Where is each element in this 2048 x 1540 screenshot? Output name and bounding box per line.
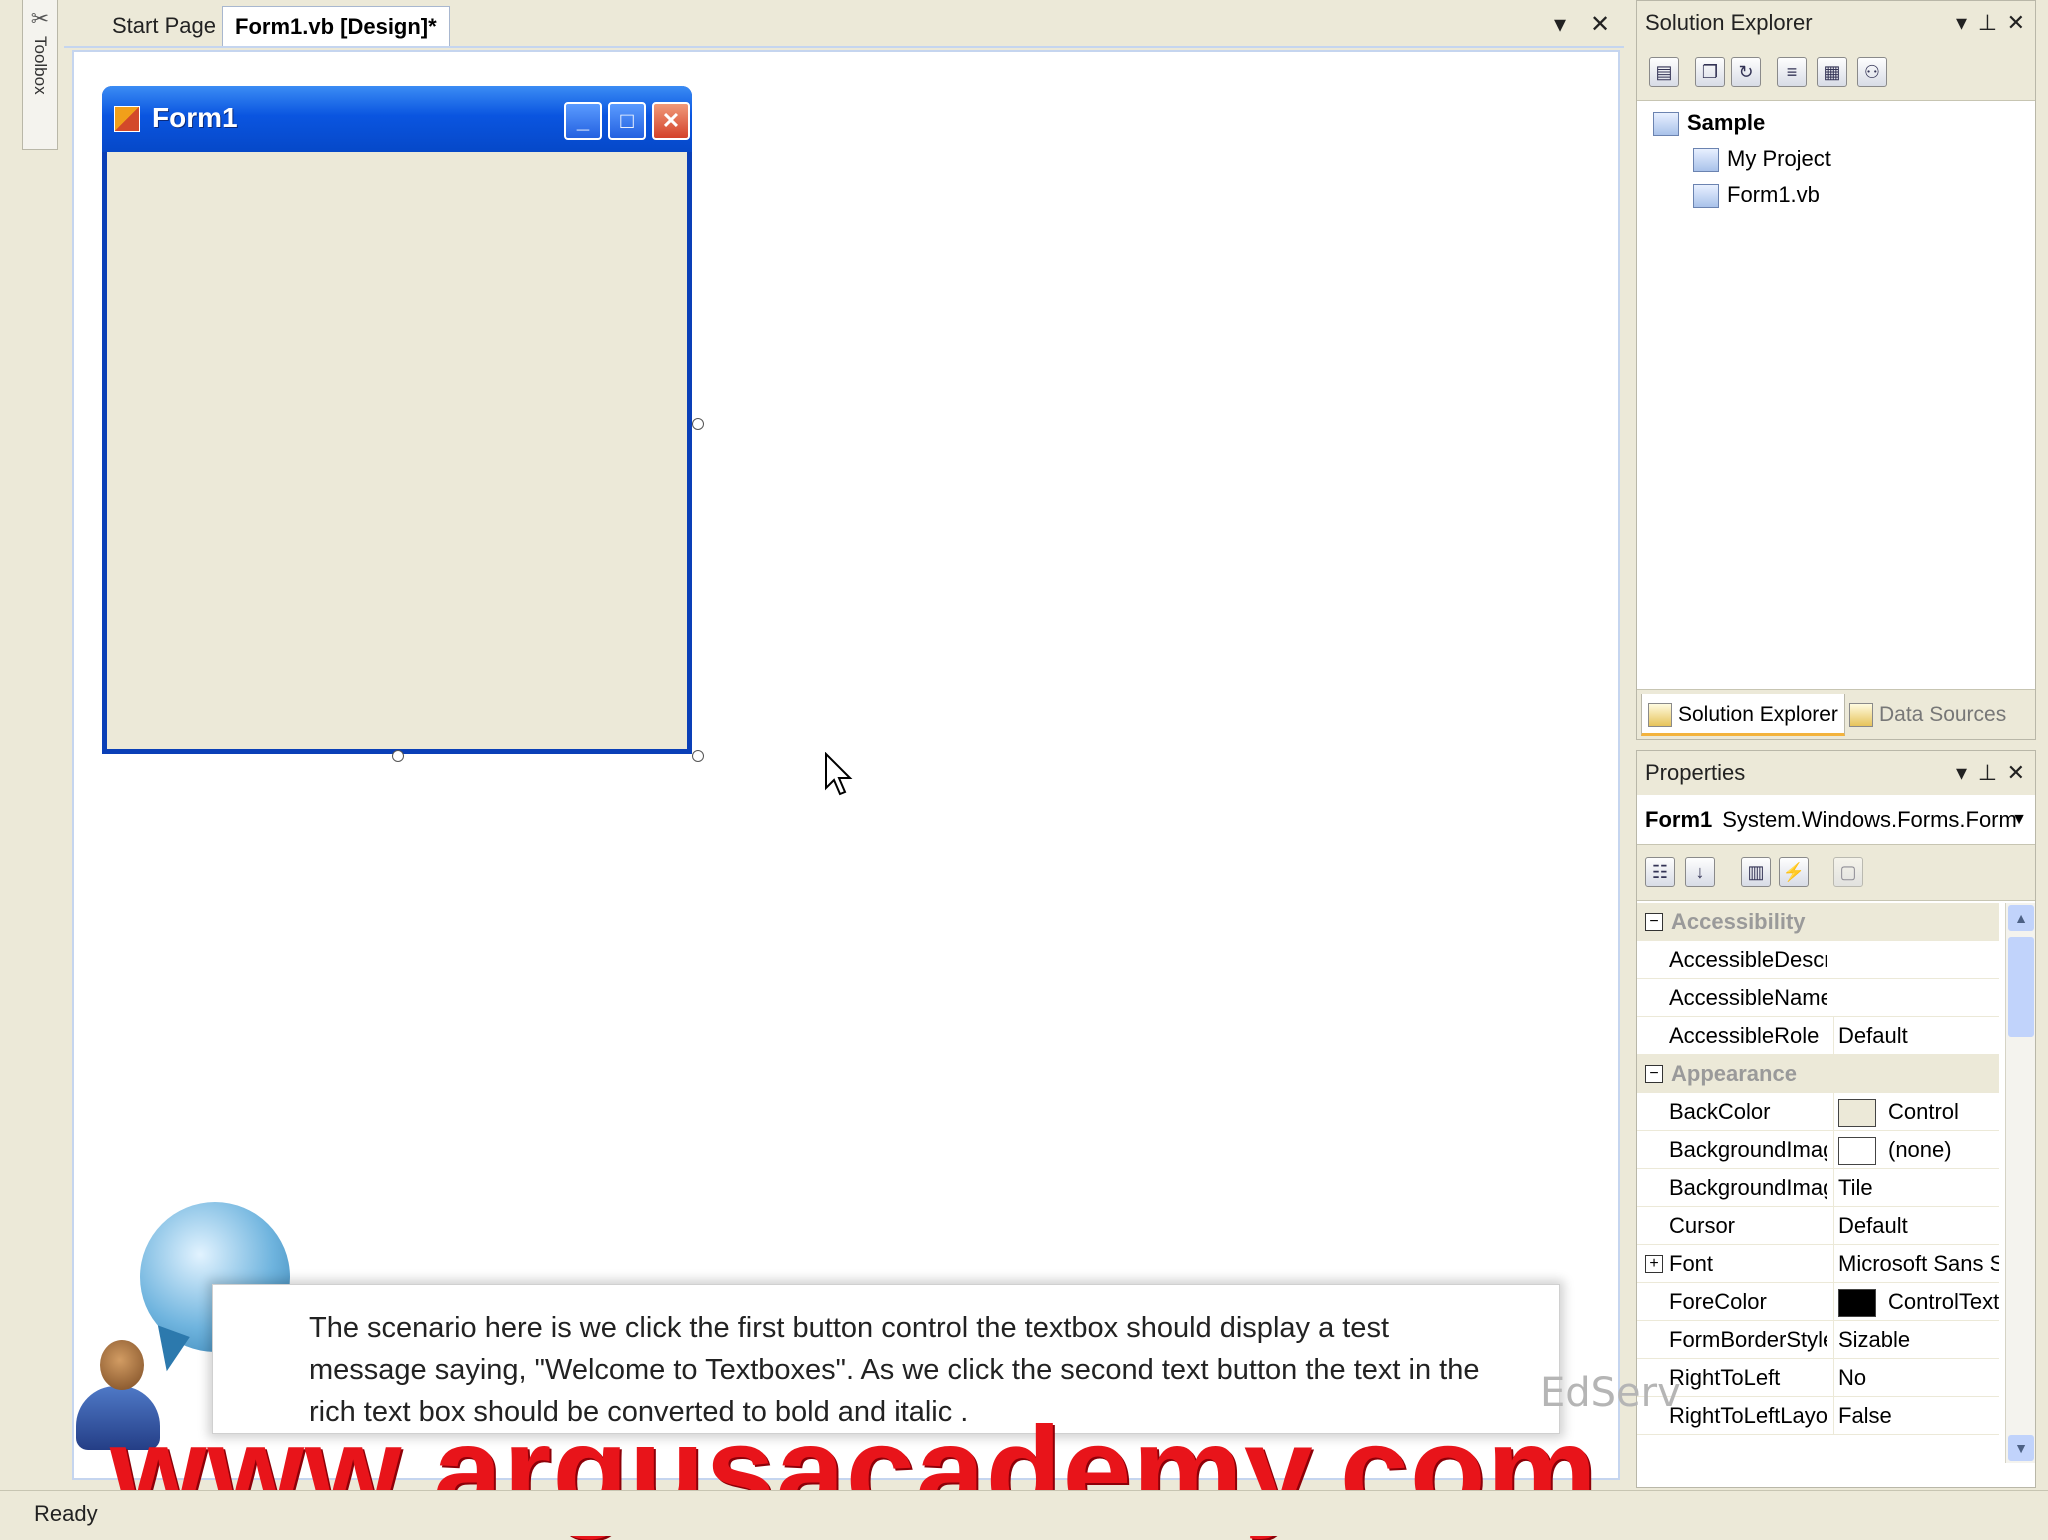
property-row[interactable]: ForeColor ControlText <box>1637 1283 1999 1321</box>
toolbox-label: Toolbox <box>31 36 50 95</box>
status-text: Ready <box>34 1501 98 1526</box>
pin-icon[interactable]: ⊥ <box>1978 1 1997 45</box>
categorized-icon[interactable]: ☷ <box>1645 857 1675 887</box>
project-icon <box>1653 112 1679 137</box>
status-bar: Ready <box>0 1490 2048 1536</box>
properties-icon[interactable]: ▤ <box>1649 57 1679 87</box>
resize-handle-bottom[interactable] <box>392 750 404 762</box>
events-icon[interactable]: ⚡ <box>1779 857 1809 887</box>
scroll-thumb[interactable] <box>2008 937 2034 1037</box>
solution-explorer-title: Solution Explorer <box>1645 10 1813 35</box>
toolbox-tab[interactable]: ✂ Toolbox <box>22 0 58 150</box>
chevron-down-icon[interactable]: ▾ <box>1554 10 1566 39</box>
chevron-down-icon[interactable]: ▾ <box>1956 751 1967 795</box>
form-file-icon <box>1693 184 1719 209</box>
minimize-button[interactable]: _ <box>564 102 602 140</box>
image-swatch <box>1838 1137 1876 1166</box>
document-tab-strip: Start Page Form1.vb [Design]* ▾ ✕ <box>64 0 1624 48</box>
form1-titlebar[interactable]: Form1 _ □ ✕ <box>102 86 692 152</box>
color-swatch <box>1838 1099 1876 1128</box>
color-swatch <box>1838 1289 1876 1318</box>
collapse-icon[interactable]: − <box>1645 1065 1663 1083</box>
properties-header: Properties ▾ ⊥ ✕ <box>1637 751 2035 795</box>
category-appearance[interactable]: − Appearance <box>1637 1055 1999 1093</box>
view-code-icon[interactable]: ≡ <box>1777 57 1807 87</box>
collapse-icon[interactable]: − <box>1645 913 1663 931</box>
tree-node-form1-vb[interactable]: Form1.vb <box>1653 177 1831 213</box>
tab-start-page[interactable]: Start Page <box>100 6 228 46</box>
solution-tree: Sample My Project Form1.vb <box>1653 105 1831 213</box>
form1-client-area[interactable] <box>107 152 687 749</box>
property-grid: − Accessibility AccessibleDescription Ac… <box>1637 903 1999 1435</box>
property-row[interactable]: Cursor Default <box>1637 1207 1999 1245</box>
data-sources-icon <box>1849 703 1873 727</box>
close-icon[interactable]: ✕ <box>2007 751 2025 795</box>
property-row[interactable]: + Font Microsoft Sans Serif <box>1637 1245 1999 1283</box>
properties-toolbar: ☷ ↓ ▥ ⚡ ▢ <box>1637 845 2035 901</box>
property-row[interactable]: AccessibleName <box>1637 979 1999 1017</box>
properties-scrollbar[interactable]: ▲ ▼ <box>2005 903 2035 1463</box>
tree-node-sample[interactable]: Sample <box>1653 105 1831 141</box>
alphabetical-icon[interactable]: ↓ <box>1685 857 1715 887</box>
show-all-files-icon[interactable]: ❐ <box>1695 57 1725 87</box>
property-row[interactable]: FormBorderStyle Sizable <box>1637 1321 1999 1359</box>
close-icon[interactable]: ✕ <box>1590 10 1610 39</box>
refresh-icon[interactable]: ↻ <box>1731 57 1761 87</box>
maximize-button[interactable]: □ <box>608 102 646 140</box>
scroll-down-icon[interactable]: ▼ <box>2008 1435 2034 1461</box>
solution-explorer-icon <box>1648 703 1672 727</box>
solution-explorer-bottom-tabs: Solution Explorer Data Sources <box>1637 689 2035 739</box>
mouse-cursor-icon <box>825 752 853 796</box>
property-row[interactable]: BackgroundImageLayout Tile <box>1637 1169 1999 1207</box>
solution-explorer-toolbar: ▤ ❐ ↻ ≡ ▦ ⚇ <box>1637 45 2035 101</box>
property-row[interactable]: BackColor Control <box>1637 1093 1999 1131</box>
class-view-icon[interactable]: ⚇ <box>1857 57 1887 87</box>
property-row[interactable]: AccessibleDescription <box>1637 941 1999 979</box>
toolbox-icon: ✂ <box>30 6 50 31</box>
close-button[interactable]: ✕ <box>652 102 690 140</box>
property-row[interactable]: BackgroundImage (none) <box>1637 1131 1999 1169</box>
resize-handle-corner[interactable] <box>692 750 704 762</box>
properties-panel: Properties ▾ ⊥ ✕ Form1 System.Windows.For… <box>1636 750 2036 1488</box>
scroll-up-icon[interactable]: ▲ <box>2008 905 2034 931</box>
view-designer-icon[interactable]: ▦ <box>1817 57 1847 87</box>
tree-node-my-project[interactable]: My Project <box>1653 141 1831 177</box>
property-row[interactable]: AccessibleRole Default <box>1637 1017 1999 1055</box>
expand-icon[interactable]: + <box>1645 1255 1663 1273</box>
form1-title: Form1 <box>152 102 238 133</box>
chevron-down-icon[interactable]: ▼ <box>2011 795 2027 844</box>
properties-view-icon[interactable]: ▥ <box>1741 857 1771 887</box>
resize-handle-right[interactable] <box>692 418 704 430</box>
pin-icon[interactable]: ⊥ <box>1978 751 1997 795</box>
form1-window[interactable]: Form1 _ □ ✕ <box>102 86 692 754</box>
object-selector[interactable]: Form1 System.Windows.Forms.Form ▼ <box>1637 795 2035 845</box>
category-accessibility[interactable]: − Accessibility <box>1637 903 1999 941</box>
chevron-down-icon[interactable]: ▾ <box>1956 1 1967 45</box>
close-icon[interactable]: ✕ <box>2007 1 2025 45</box>
solution-explorer-header: Solution Explorer ▾ ⊥ ✕ <box>1637 1 2035 45</box>
form-icon <box>114 106 140 132</box>
my-project-icon <box>1693 148 1719 173</box>
tab-form1-design[interactable]: Form1.vb [Design]* <box>222 6 450 46</box>
tab-data-sources[interactable]: Data Sources <box>1843 694 2012 736</box>
solution-explorer-panel: Solution Explorer ▾ ⊥ ✕ ▤ ❐ ↻ ≡ ▦ ⚇ Samp… <box>1636 0 2036 740</box>
property-row[interactable]: RightToLeft No <box>1637 1359 1999 1397</box>
tab-solution-explorer[interactable]: Solution Explorer <box>1641 694 1845 736</box>
properties-title: Properties <box>1645 760 1746 785</box>
property-pages-icon[interactable]: ▢ <box>1833 857 1863 887</box>
